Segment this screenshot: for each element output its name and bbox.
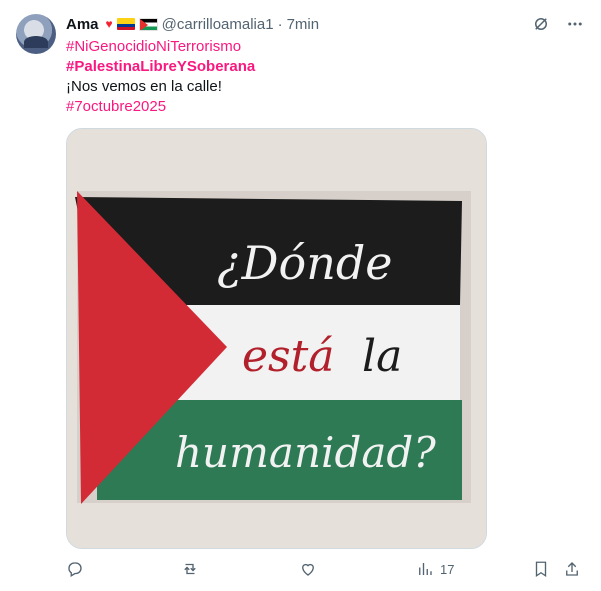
author-name[interactable]: Ama — [66, 16, 99, 33]
views-button[interactable]: 17 — [416, 560, 454, 578]
action-bar: 17 — [66, 560, 586, 580]
share-icon — [566, 562, 578, 576]
retweet-button[interactable] — [181, 560, 199, 578]
post-body: #NiGenocidioNiTerrorismo #PalestinaLibre… — [66, 37, 255, 117]
separator-dot: · — [277, 15, 283, 33]
embroidered-flag-image: ¿Dónde está la humanidad? — [67, 129, 486, 548]
heart-emoji-icon: ♥ — [105, 17, 113, 31]
views-count: 17 — [440, 561, 455, 577]
image-text-line2a: está — [242, 331, 335, 382]
reply-icon — [68, 562, 82, 577]
views-icon — [419, 563, 432, 575]
post-header: Ama ♥ @carrilloamalia1 · 7min — [66, 14, 319, 34]
post-text: ¡Nos vemos en la calle! — [66, 78, 222, 95]
hashtag-link[interactable]: #NiGenocidioNiTerrorismo — [66, 37, 255, 57]
reply-button[interactable] — [66, 560, 84, 578]
bookmark-icon — [535, 561, 547, 578]
author-handle[interactable]: @carrilloamalia1 — [162, 16, 274, 33]
hashtag-link[interactable]: #PalestinaLibreYSoberana — [66, 57, 255, 77]
avatar[interactable] — [16, 14, 56, 54]
grok-icon[interactable] — [531, 14, 551, 34]
like-icon — [302, 563, 314, 576]
more-icon[interactable] — [565, 14, 585, 34]
retweet-icon — [184, 563, 196, 575]
post-time[interactable]: 7min — [287, 16, 320, 33]
image-text-line1: ¿Dónde — [217, 236, 393, 290]
bookmark-button[interactable] — [532, 560, 550, 578]
image-text-line2b: la — [362, 331, 402, 382]
palestine-flag-icon — [138, 17, 158, 31]
post-image[interactable]: ¿Dónde está la humanidad? — [66, 128, 487, 549]
hashtag-link[interactable]: #7octubre2025 — [66, 97, 255, 117]
share-button[interactable] — [563, 560, 581, 578]
colombia-flag-icon — [116, 18, 135, 30]
image-text-line3: humanidad? — [175, 428, 436, 477]
like-button[interactable] — [299, 560, 317, 578]
